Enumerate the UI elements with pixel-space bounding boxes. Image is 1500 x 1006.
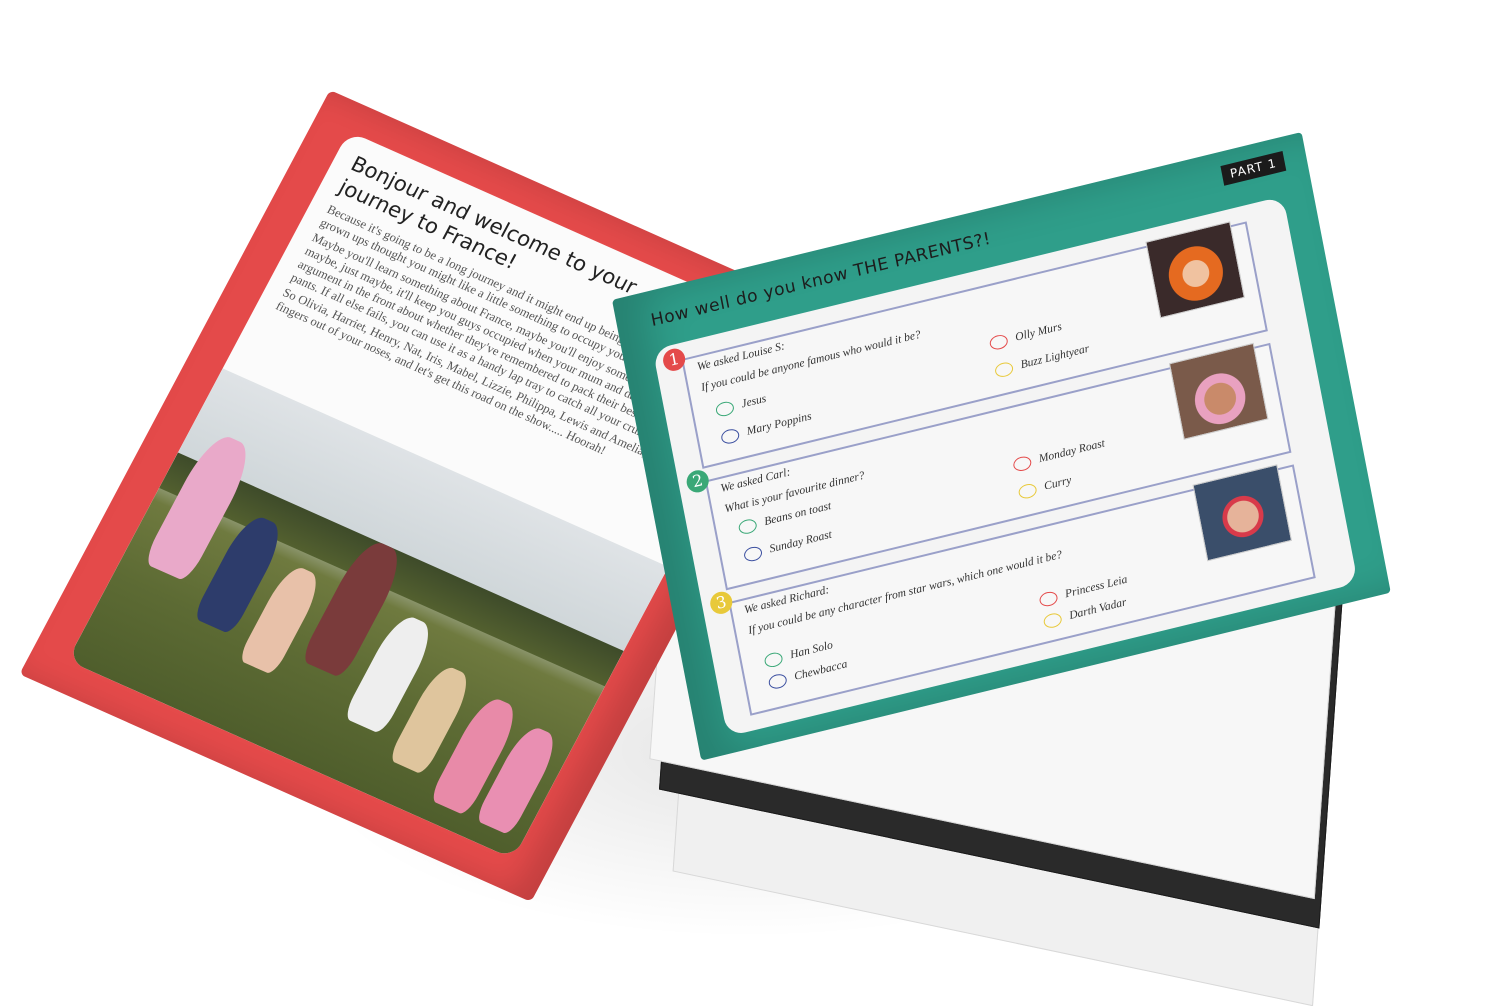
answer-ring-icon bbox=[720, 427, 741, 446]
answer-ring-icon bbox=[1017, 482, 1038, 501]
answer-option[interactable]: Jesus bbox=[714, 392, 768, 418]
answer-ring-icon bbox=[1012, 454, 1033, 473]
question-number-badge: 2 bbox=[684, 467, 711, 495]
answer-ring-icon bbox=[737, 517, 758, 536]
answer-ring-icon bbox=[1042, 611, 1063, 630]
parent-photo bbox=[1145, 221, 1245, 319]
answer-label: Sunday Roast bbox=[768, 528, 833, 556]
answer-ring-icon bbox=[763, 650, 784, 669]
answer-ring-icon bbox=[993, 360, 1015, 379]
answer-label: Olly Murs bbox=[1014, 320, 1063, 344]
parent-photo bbox=[1192, 464, 1293, 562]
answer-label: Mary Poppins bbox=[745, 410, 813, 438]
booklet-scene: Bonjour and welcome to your journey to F… bbox=[0, 0, 1500, 1006]
answer-option[interactable]: Sunday Roast bbox=[742, 528, 833, 564]
answer-label: Monday Roast bbox=[1037, 437, 1106, 466]
parent-photo bbox=[1168, 342, 1269, 440]
answer-option[interactable]: Olly Murs bbox=[988, 320, 1064, 352]
answer-label: Darth Vadar bbox=[1068, 596, 1128, 623]
answer-ring-icon bbox=[742, 545, 764, 564]
question-number-badge: 3 bbox=[708, 589, 735, 617]
answer-label: Buzz Lightyear bbox=[1019, 342, 1091, 372]
answer-ring-icon bbox=[714, 399, 736, 418]
answer-label: Jesus bbox=[740, 392, 768, 411]
answer-ring-icon bbox=[988, 333, 1009, 352]
question-number-badge: 1 bbox=[661, 346, 688, 374]
answer-label: Chewbacca bbox=[793, 658, 849, 683]
answer-option[interactable]: Curry bbox=[1017, 474, 1073, 501]
answer-ring-icon bbox=[767, 672, 788, 691]
answer-ring-icon bbox=[1038, 590, 1059, 609]
answer-label: Han Solo bbox=[789, 639, 834, 662]
answer-option[interactable]: Buzz Lightyear bbox=[993, 342, 1091, 379]
part-tag: PART 1 bbox=[1220, 151, 1287, 186]
answer-label: Curry bbox=[1043, 474, 1073, 493]
answer-option[interactable]: Mary Poppins bbox=[720, 410, 813, 446]
